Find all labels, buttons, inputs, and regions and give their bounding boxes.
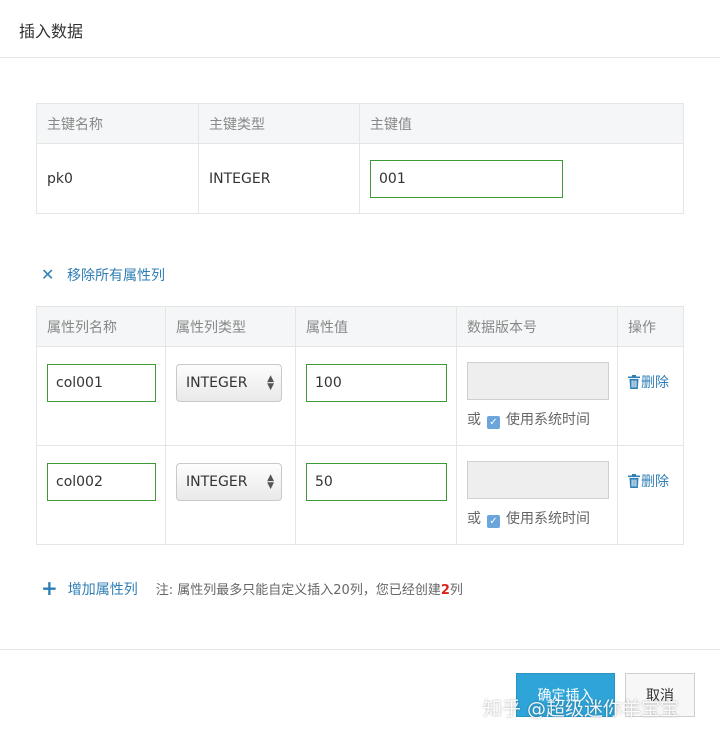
or-label: 或 <box>467 511 481 527</box>
dialog-header: 插入数据 <box>0 0 720 58</box>
actions-cell: 删除 <box>617 346 684 446</box>
column-header-attr-name: 属性列名称 <box>36 306 166 347</box>
delete-label: 删除 <box>641 474 669 490</box>
attr-type-cell: INTEGER ▲ ▼ <box>165 346 296 446</box>
add-attribute-row: + 增加属性列 注: 属性列最多只能自定义插入20列，您已经创建2列 <box>41 576 463 600</box>
version-cell: 或 ✓ 使用系统时间 <box>456 346 618 446</box>
cancel-button[interactable]: 取消 <box>625 673 695 717</box>
version-cell: 或 ✓ 使用系统时间 <box>456 445 618 545</box>
attr-type-select[interactable]: INTEGER ▲ ▼ <box>176 463 282 501</box>
column-header-attr-value: 属性值 <box>295 306 457 347</box>
remove-all-label: 移除所有属性列 <box>67 268 165 284</box>
or-label: 或 <box>467 412 481 428</box>
pk-type: INTEGER <box>209 170 271 187</box>
column-header-pk-name: 主键名称 <box>36 103 199 144</box>
close-icon: ✕ <box>41 265 55 284</box>
attribute-limit-note: 注: 属性列最多只能自定义插入20列，您已经创建2列 <box>156 583 463 598</box>
dialog-title: 插入数据 <box>19 22 84 41</box>
attr-type-value: INTEGER <box>186 375 248 391</box>
select-arrows-icon: ▲ ▼ <box>267 473 274 491</box>
attr-name-input[interactable]: col001 <box>47 364 156 402</box>
table-header-row: 属性列名称 属性列类型 属性值 数据版本号 操作 <box>36 306 684 347</box>
footer-divider <box>0 649 720 650</box>
note-prefix: 注: 属性列最多只能自定义插入20列，您已经创建 <box>155 583 441 598</box>
use-system-time-checkbox[interactable]: ✓ <box>487 416 500 429</box>
pk-value-cell: 001 <box>359 143 684 214</box>
version-input[interactable] <box>467 461 609 499</box>
table-row: col002 INTEGER ▲ ▼ 50 或 ✓ 使用系统时间 删除 <box>36 445 684 545</box>
table-row: pk0 INTEGER 001 <box>36 143 684 214</box>
attr-value-cell: 100 <box>295 346 457 446</box>
table-row: col001 INTEGER ▲ ▼ 100 或 ✓ 使用系统时间 删除 <box>36 346 684 446</box>
pk-value-input[interactable]: 001 <box>370 159 563 198</box>
use-system-time[interactable]: 或 ✓ 使用系统时间 <box>467 409 590 429</box>
trash-icon <box>628 375 640 389</box>
attr-value-input[interactable]: 50 <box>306 463 447 501</box>
delete-button[interactable]: 删除 <box>628 471 669 491</box>
created-count: 2 <box>440 583 450 598</box>
attr-type-cell: INTEGER ▲ ▼ <box>165 445 296 545</box>
version-input[interactable] <box>467 362 609 400</box>
delete-label: 删除 <box>641 375 669 391</box>
select-arrows-icon: ▲ ▼ <box>267 374 274 392</box>
use-system-time-label: 使用系统时间 <box>506 412 590 428</box>
attribute-table: 属性列名称 属性列类型 属性值 数据版本号 操作 col001 INTEGER … <box>36 306 684 545</box>
attr-type-select[interactable]: INTEGER ▲ ▼ <box>176 364 282 402</box>
column-header-pk-value: 主键值 <box>359 103 684 144</box>
note-suffix: 列 <box>449 583 463 598</box>
attr-name-cell: col001 <box>36 346 166 446</box>
column-header-actions: 操作 <box>617 306 684 347</box>
table-header-row: 主键名称 主键类型 主键值 <box>36 103 684 144</box>
use-system-time-checkbox[interactable]: ✓ <box>487 515 500 528</box>
pk-type-cell: INTEGER <box>198 143 360 214</box>
confirm-insert-button[interactable]: 确定插入 <box>516 673 615 717</box>
pk-name-cell: pk0 <box>36 143 199 214</box>
primary-key-table: 主键名称 主键类型 主键值 pk0 INTEGER 001 <box>36 103 684 214</box>
plus-icon[interactable]: + <box>41 576 58 600</box>
use-system-time-label: 使用系统时间 <box>506 511 590 527</box>
add-attribute-link[interactable]: 增加属性列 <box>68 582 138 598</box>
attr-value-cell: 50 <box>295 445 457 545</box>
attr-name-input[interactable]: col002 <box>47 463 156 501</box>
attr-name-cell: col002 <box>36 445 166 545</box>
attr-type-value: INTEGER <box>186 474 248 490</box>
attr-value-input[interactable]: 100 <box>306 364 447 402</box>
actions-cell: 删除 <box>617 445 684 545</box>
use-system-time[interactable]: 或 ✓ 使用系统时间 <box>467 508 590 528</box>
column-header-attr-type: 属性列类型 <box>165 306 296 347</box>
pk-name: pk0 <box>47 170 73 187</box>
delete-button[interactable]: 删除 <box>628 372 669 392</box>
trash-icon <box>628 474 640 488</box>
remove-all-attributes-link[interactable]: ✕ 移除所有属性列 <box>41 265 165 285</box>
column-header-pk-type: 主键类型 <box>198 103 360 144</box>
column-header-version: 数据版本号 <box>456 306 618 347</box>
